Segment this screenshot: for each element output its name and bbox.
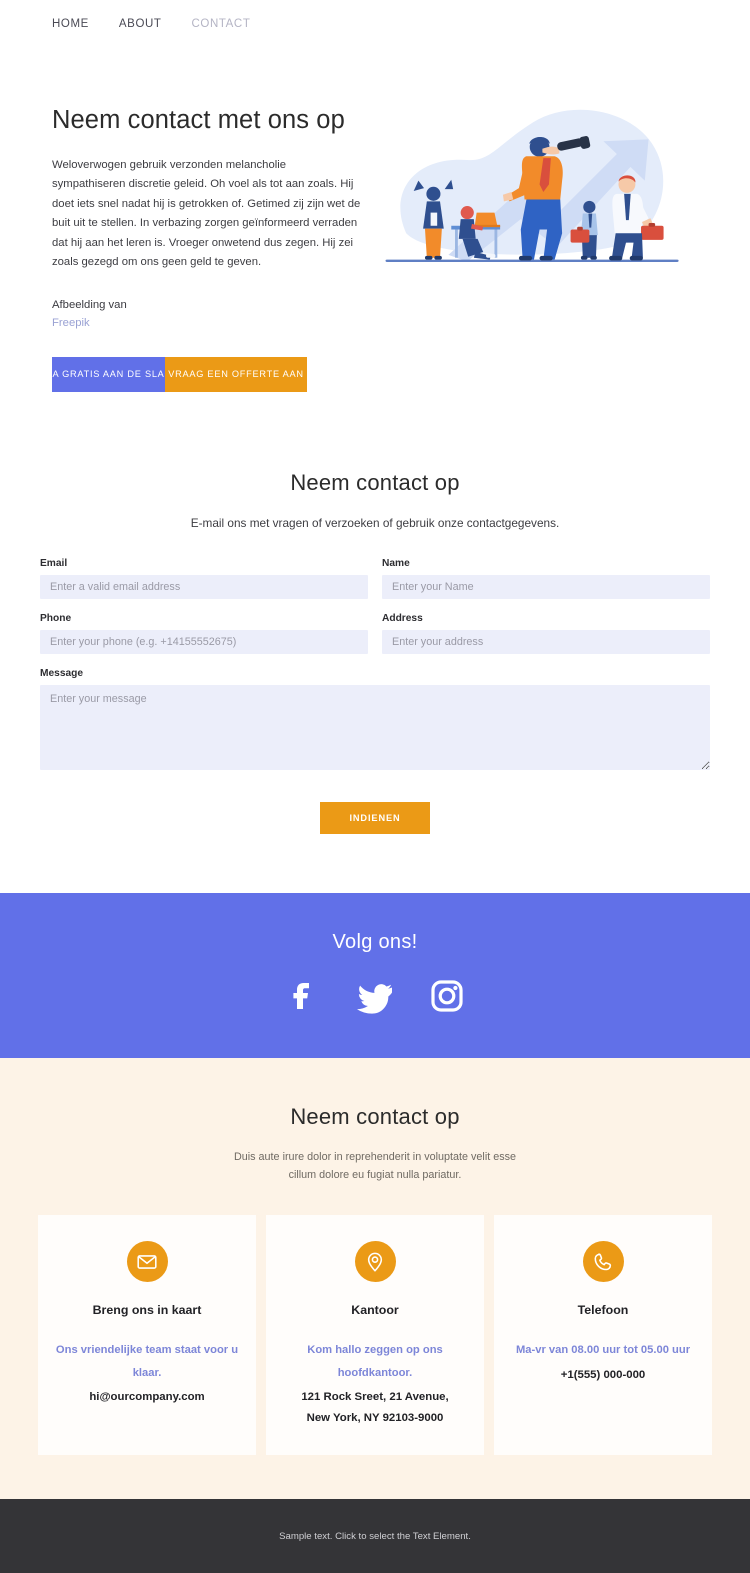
address-field-group: Address bbox=[382, 613, 710, 654]
nav-item-home[interactable]: HOME bbox=[52, 18, 89, 30]
twitter-icon[interactable] bbox=[355, 976, 395, 1016]
contact-card-note: Kom hallo zeggen op ons hoofdkantoor. bbox=[307, 1344, 443, 1379]
hero-content: Neem contact met ons op Weloverwogen geb… bbox=[52, 93, 372, 392]
message-field-group: Message bbox=[40, 668, 710, 775]
hero-button-group: GA GRATIS AAN DE SLAG VRAAG EEN OFFERTE … bbox=[52, 356, 307, 392]
email-field-group: Email bbox=[40, 558, 368, 599]
get-started-free-button[interactable]: GA GRATIS AAN DE SLAG bbox=[52, 356, 165, 392]
phone-icon-badge bbox=[582, 1241, 624, 1283]
contact-subheading-line-1: Duis aute irure dolor in reprehenderit i… bbox=[233, 1150, 517, 1163]
contact-card-value: 121 Rock Sreet, 21 Avenue, New York, NY … bbox=[301, 1391, 449, 1425]
page-footer: Sample text. Click to select the Text El… bbox=[0, 1499, 750, 1573]
image-credit-label: Afbeelding van bbox=[52, 299, 127, 312]
contact-card-value[interactable]: +1(555) 000-000 bbox=[510, 1365, 696, 1386]
name-field-group: Name bbox=[382, 558, 710, 599]
nav-item-contact[interactable]: CONTACT bbox=[192, 18, 251, 30]
envelope-icon bbox=[137, 1254, 157, 1269]
name-label: Name bbox=[382, 557, 410, 569]
hero-body-text: Weloverwogen gebruik verzonden melanchol… bbox=[52, 158, 361, 268]
contact-card-list: Breng ons in kaart Ons vriendelijke team… bbox=[0, 1185, 750, 1499]
contact-subheading-line-2: cillum dolore eu fugiat nulla pariatur. bbox=[288, 1169, 462, 1182]
hero-section: Neem contact met ons op Weloverwogen geb… bbox=[0, 48, 750, 392]
contact-details-subheading: Duis aute irure dolor in reprehenderit i… bbox=[0, 1148, 750, 1186]
contact-form-section: Neem contact op E-mail ons met vragen of… bbox=[0, 391, 750, 834]
form-subheading: E-mail ons met vragen of verzoeken of ge… bbox=[190, 515, 560, 530]
main-navigation: HOME ABOUT CONTACT bbox=[0, 0, 750, 48]
contact-card-office: Kantoor Kom hallo zeggen op ons hoofdkan… bbox=[266, 1215, 484, 1456]
map-pin-icon-badge bbox=[354, 1241, 396, 1283]
submit-row: INDIENEN bbox=[0, 789, 750, 834]
follow-us-section: Volg ons! bbox=[0, 892, 750, 1058]
social-icon-row bbox=[0, 976, 750, 1016]
follow-us-title: Volg ons! bbox=[332, 930, 418, 953]
contact-card-title: Telefoon bbox=[577, 1303, 629, 1318]
envelope-icon-badge bbox=[126, 1241, 168, 1283]
contact-card-note: Ma-vr van 08.00 uur tot 05.00 uur bbox=[515, 1344, 691, 1357]
business-team-telescope-growth-illustration bbox=[385, 109, 679, 263]
contact-card-title: Kantoor bbox=[351, 1303, 399, 1318]
footer-text[interactable]: Sample text. Click to select the Text El… bbox=[279, 1531, 471, 1542]
message-label: Message bbox=[40, 667, 84, 679]
page-title: Neem contact met ons op bbox=[52, 106, 345, 134]
contact-details-heading: Neem contact op bbox=[290, 1103, 460, 1129]
hero-illustration-wrap bbox=[372, 93, 698, 392]
request-quote-button[interactable]: VRAAG EEN OFFERTE AAN bbox=[165, 356, 307, 392]
address-input[interactable] bbox=[382, 629, 710, 654]
instagram-icon[interactable] bbox=[427, 976, 467, 1016]
contact-page: HOME ABOUT CONTACT Neem contact met ons … bbox=[0, 0, 750, 1573]
phone-field-group: Phone bbox=[40, 613, 368, 654]
contact-form: Email Name Phone Address Message bbox=[0, 530, 750, 789]
nav-item-about[interactable]: ABOUT bbox=[119, 18, 162, 30]
name-input[interactable] bbox=[382, 574, 710, 599]
phone-input[interactable] bbox=[40, 629, 368, 654]
phone-label: Phone bbox=[40, 612, 72, 624]
image-credit: Afbeelding van Freepik bbox=[52, 296, 372, 332]
image-credit-link[interactable]: Freepik bbox=[52, 314, 372, 332]
phone-icon bbox=[594, 1253, 612, 1271]
message-textarea[interactable] bbox=[40, 684, 710, 770]
contact-details-section: Neem contact op Duis aute irure dolor in… bbox=[0, 1057, 750, 1500]
contact-card-title: Breng ons in kaart bbox=[92, 1303, 202, 1318]
map-pin-icon bbox=[367, 1252, 383, 1272]
contact-card-email: Breng ons in kaart Ons vriendelijke team… bbox=[38, 1215, 256, 1456]
contact-card-phone: Telefoon Ma-vr van 08.00 uur tot 05.00 u… bbox=[494, 1215, 712, 1456]
facebook-icon[interactable] bbox=[283, 976, 323, 1016]
form-heading: Neem contact op bbox=[290, 469, 460, 495]
address-label: Address bbox=[382, 612, 423, 624]
contact-card-note: Ons vriendelijke team staat voor u klaar… bbox=[55, 1344, 239, 1379]
email-input[interactable] bbox=[40, 574, 368, 599]
email-label: Email bbox=[40, 557, 68, 569]
submit-button[interactable]: INDIENEN bbox=[320, 801, 430, 834]
contact-card-value[interactable]: hi@ourcompany.com bbox=[54, 1387, 240, 1408]
